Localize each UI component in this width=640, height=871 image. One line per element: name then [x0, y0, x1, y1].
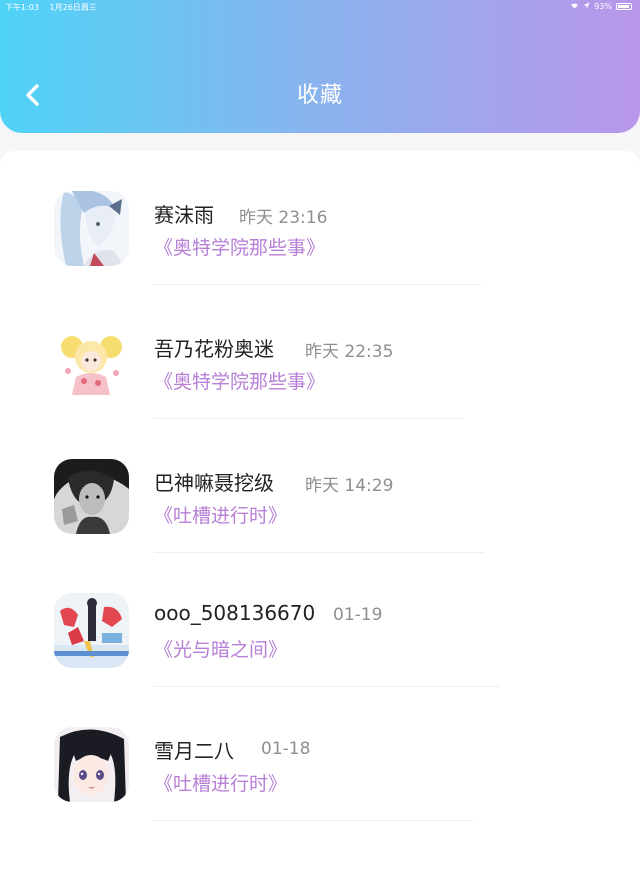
item-name: 巴神嘛聂挖级 — [154, 471, 274, 495]
item-topic[interactable]: 《吐槽进行时》 — [154, 501, 287, 528]
item-time: 昨天 23:16 — [239, 208, 328, 228]
status-date: 1月26日周三 — [49, 3, 97, 12]
avatar — [54, 325, 129, 400]
avatar — [54, 593, 129, 668]
item-topic[interactable]: 《光与暗之间》 — [154, 635, 287, 662]
avatar — [54, 727, 129, 802]
list-item[interactable]: 巴神嘛聂挖级 昨天 14:29 《吐槽进行时》 — [0, 419, 640, 553]
status-left: 下午1:03 1月26日周三 — [5, 2, 105, 13]
wifi-icon — [570, 2, 579, 11]
item-time: 01-19 — [333, 605, 383, 625]
avatar — [54, 459, 129, 534]
status-bar: 下午1:03 1月26日周三 93% — [0, 0, 640, 14]
item-topic[interactable]: 《吐槽进行时》 — [154, 769, 287, 796]
battery-percent: 93% — [594, 2, 612, 11]
avatar — [54, 191, 129, 266]
header-bar: 下午1:03 1月26日周三 93% 收藏 — [0, 0, 640, 133]
item-time: 01-18 — [261, 739, 311, 759]
item-topic[interactable]: 《奥特学院那些事》 — [154, 367, 325, 394]
list-item[interactable]: ooo_508136670 01-19 《光与暗之间》 — [0, 553, 640, 687]
item-time: 昨天 22:35 — [305, 342, 394, 362]
battery-icon — [616, 3, 632, 10]
item-name: 雪月二八 — [154, 739, 234, 763]
list-item[interactable]: 吾乃花粉奥迷 昨天 22:35 《奥特学院那些事》 — [0, 285, 640, 419]
list-item[interactable]: 赛沫雨 昨天 23:16 《奥特学院那些事》 — [0, 151, 640, 285]
status-right: 93% — [570, 2, 632, 11]
location-icon — [583, 2, 590, 11]
page-title: 收藏 — [296, 83, 343, 108]
favorites-list: 赛沫雨 昨天 23:16 《奥特学院那些事》 吾乃花粉奥迷 昨天 22:35 《… — [0, 151, 640, 871]
status-time: 下午1:03 — [5, 3, 39, 12]
list-item[interactable]: 雪月二八 01-18 《吐槽进行时》 — [0, 687, 640, 821]
item-topic[interactable]: 《奥特学院那些事》 — [154, 233, 325, 260]
item-name: 赛沫雨 — [154, 203, 214, 227]
item-name: 吾乃花粉奥迷 — [154, 337, 274, 361]
divider — [154, 820, 474, 821]
item-time: 昨天 14:29 — [305, 476, 394, 496]
item-name: ooo_508136670 — [154, 601, 316, 625]
